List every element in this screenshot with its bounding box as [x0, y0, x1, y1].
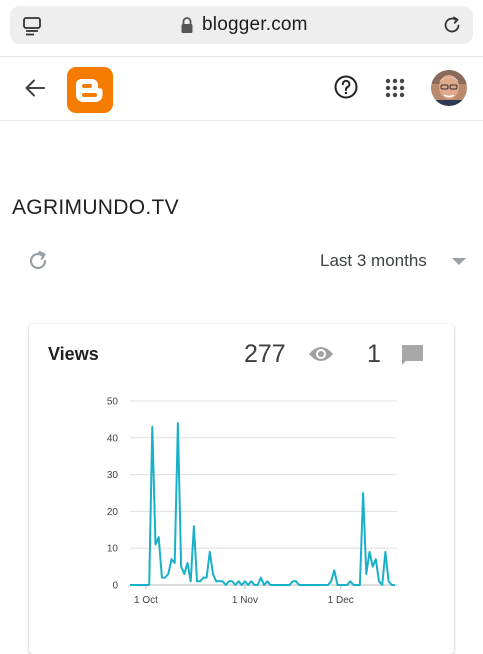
- blog-title[interactable]: AGRIMUNDO.TV: [12, 196, 179, 220]
- comments-count: 1: [367, 340, 381, 368]
- reload-icon[interactable]: [442, 15, 462, 35]
- comment-icon: [402, 345, 423, 365]
- views-series-line: [130, 422, 395, 586]
- eye-icon: [309, 347, 333, 361]
- header-divider: [0, 120, 483, 121]
- help-icon[interactable]: [333, 74, 359, 100]
- apps-grid-icon[interactable]: [385, 78, 405, 98]
- views-card[interactable]: Views 277 1 0 10 20 30 40 50 1 Oct 1 Nov 1 Dec: [29, 324, 454, 654]
- card-title: Views: [48, 344, 99, 364]
- views-count: 277: [244, 340, 286, 368]
- avatar[interactable]: [431, 70, 467, 106]
- y-tick-label: 20: [107, 507, 119, 518]
- y-tick-label: 50: [107, 397, 119, 408]
- refresh-icon[interactable]: [27, 250, 49, 272]
- chevron-down-icon[interactable]: [452, 258, 466, 266]
- x-tick-label: 1 Dec: [328, 595, 354, 606]
- browser-toolbar: blogger.com: [0, 0, 483, 56]
- address-bar[interactable]: blogger.com: [10, 6, 473, 44]
- x-tick-label: 1 Oct: [134, 595, 158, 606]
- back-arrow-icon[interactable]: [24, 77, 46, 99]
- views-chart: 0 10 20 30 40 50 1 Oct 1 Nov 1 Dec: [107, 397, 397, 606]
- url-text: blogger.com: [202, 14, 308, 35]
- date-range-select[interactable]: Last 3 months: [320, 251, 427, 271]
- lock-icon: [181, 17, 193, 33]
- blogger-logo-icon[interactable]: [67, 67, 113, 113]
- y-tick-label: 30: [107, 470, 119, 481]
- reader-icon[interactable]: [22, 16, 42, 36]
- y-tick-label: 0: [112, 581, 118, 592]
- y-tick-label: 40: [107, 433, 119, 444]
- y-tick-label: 10: [107, 544, 119, 555]
- x-tick-label: 1 Nov: [232, 595, 258, 606]
- app-header: [0, 57, 483, 119]
